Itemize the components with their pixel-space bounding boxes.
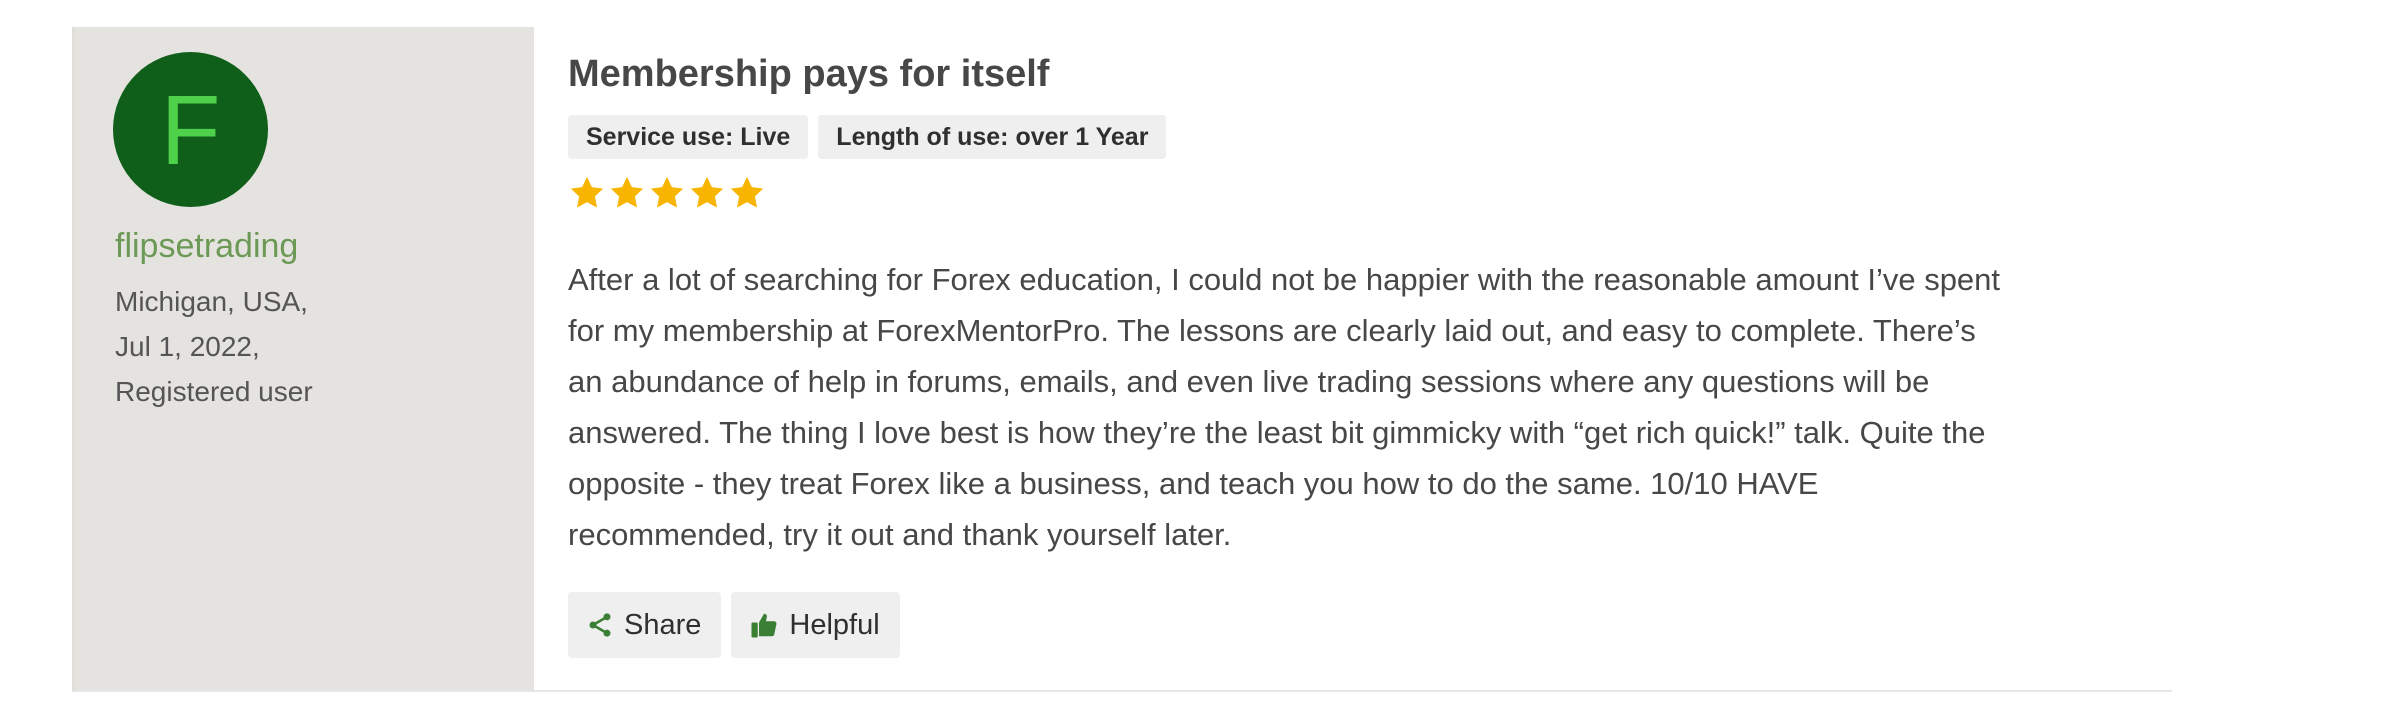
review-tags: Service use: Live Length of use: over 1 …: [568, 115, 1167, 159]
review-body-line: answered. The thing I love best is how t…: [568, 415, 1986, 450]
review-actions: Share Helpful: [568, 592, 900, 658]
review-body-line: After a lot of searching for Forex educa…: [568, 262, 2001, 297]
review-body-line: an abundance of help in forums, emails, …: [568, 364, 1930, 399]
author-location: Michigan, USA,: [115, 286, 308, 317]
star-icon: [650, 176, 684, 208]
review-body-line: opposite - they treat Forex like a busin…: [568, 466, 1819, 501]
share-label: Share: [624, 608, 702, 641]
review-body: After a lot of searching for Forex educa…: [568, 254, 2168, 560]
share-button[interactable]: Share: [568, 592, 722, 658]
avatar: F: [113, 52, 268, 207]
share-icon: [589, 613, 611, 637]
star-rating: [568, 174, 766, 212]
thumbs-up-icon: [751, 613, 777, 638]
helpful-button[interactable]: Helpful: [731, 592, 900, 658]
author-panel: F flipsetrading Michigan, USA, Jul 1, 20…: [72, 27, 534, 690]
review-body-line: for my membership at ForexMentorPro. The…: [568, 313, 1976, 348]
review-date: Jul 1, 2022,: [115, 331, 260, 362]
star-icon: [610, 176, 644, 208]
helpful-label: Helpful: [789, 608, 880, 641]
tag-service-use: Service use: Live: [568, 115, 809, 159]
star-icon: [730, 176, 764, 208]
author-status: Registered user: [115, 376, 313, 407]
tag-length-of-use: Length of use: over 1 Year: [818, 115, 1167, 159]
star-icon: [690, 176, 724, 208]
review-body-line: recommended, try it out and thank yourse…: [568, 517, 1232, 552]
review-card: F flipsetrading Michigan, USA, Jul 1, 20…: [72, 27, 2172, 692]
review-title: Membership pays for itself: [568, 53, 1050, 95]
star-icon: [570, 176, 604, 208]
avatar-initial: F: [160, 74, 221, 185]
author-meta: Michigan, USA, Jul 1, 2022, Registered u…: [115, 279, 313, 414]
author-name[interactable]: flipsetrading: [115, 227, 298, 266]
